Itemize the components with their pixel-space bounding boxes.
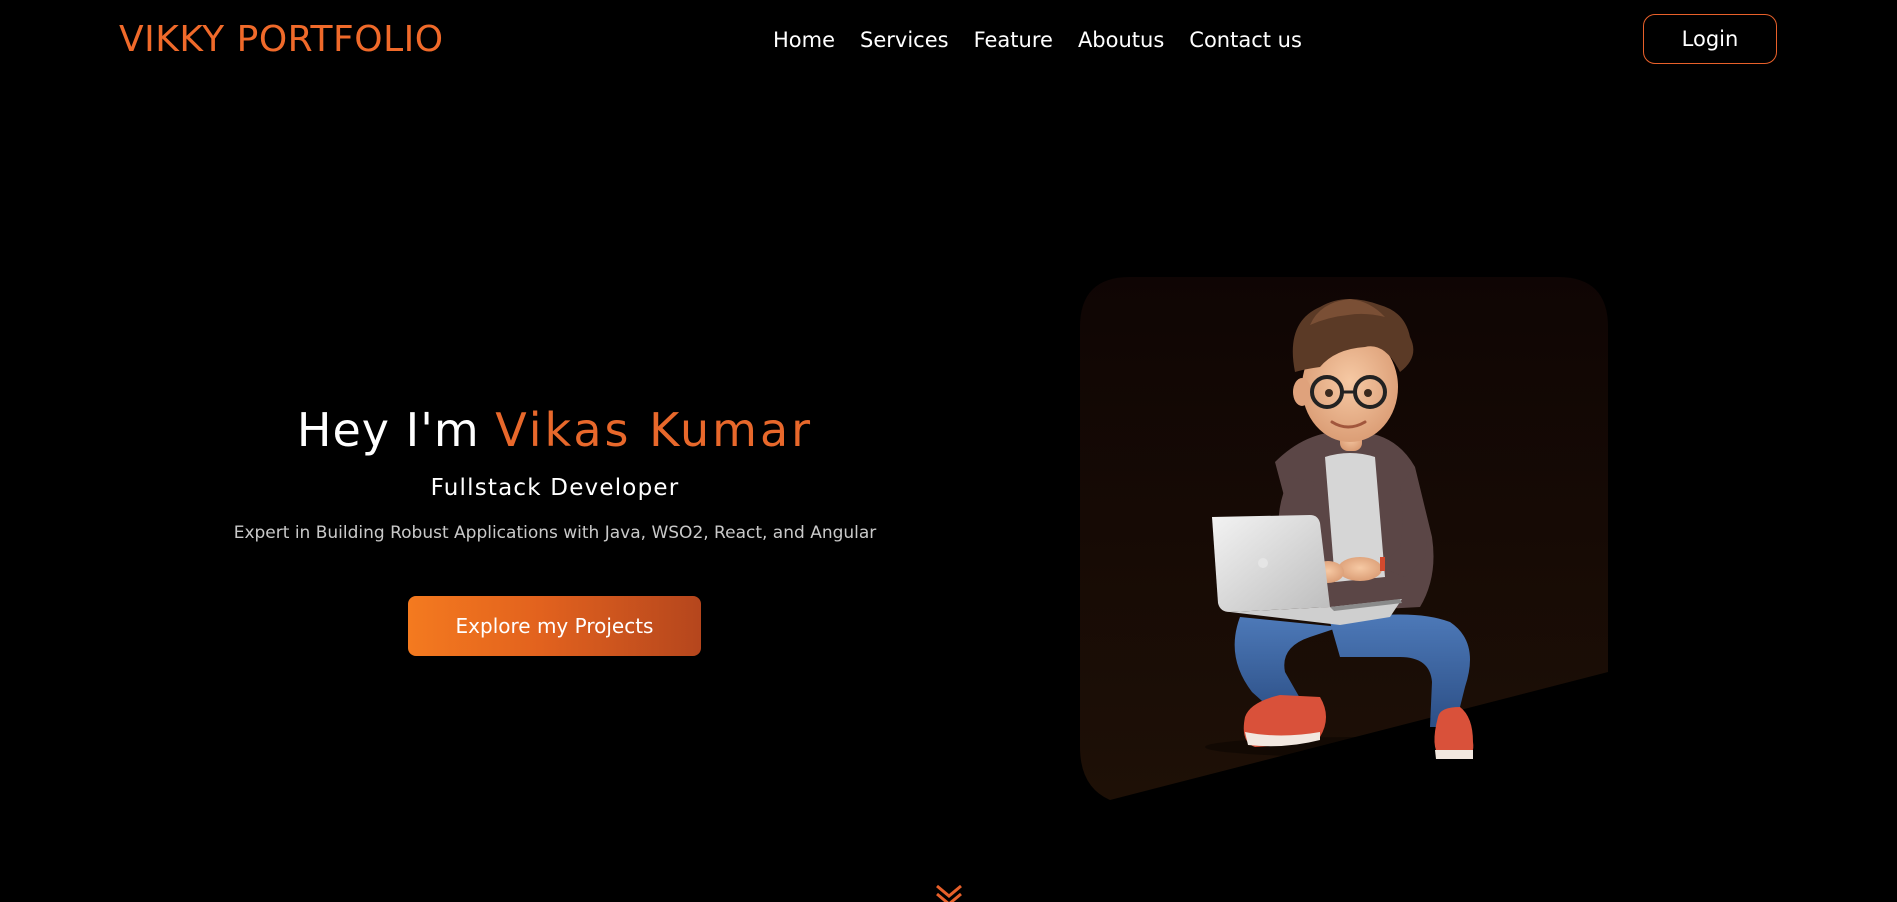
nav-aboutus[interactable]: Aboutus: [1078, 22, 1164, 58]
nav-contact-us[interactable]: Contact us: [1189, 22, 1302, 58]
main-nav: Home Services Feature Aboutus Contact us: [773, 22, 1302, 58]
hero-greeting: Hey I'm: [296, 403, 480, 457]
chevron-down-icon[interactable]: [934, 884, 964, 902]
hero-description: Expert in Building Robust Applications w…: [233, 523, 877, 543]
site-logo[interactable]: VIKKY PORTFOLIO: [119, 16, 444, 64]
hero-role: Fullstack Developer: [430, 475, 680, 501]
nav-home[interactable]: Home: [773, 22, 835, 58]
hero-illustration: [1080, 277, 1608, 800]
nav-feature[interactable]: Feature: [974, 22, 1053, 58]
explore-projects-button[interactable]: Explore my Projects: [408, 596, 701, 656]
login-button[interactable]: Login: [1643, 14, 1777, 64]
landing-page: VIKKY PORTFOLIO Home Services Feature Ab…: [0, 0, 1897, 902]
hero-heading: Hey I'm Vikas Kumar: [0, 400, 1110, 460]
hero-name: Vikas Kumar: [495, 403, 814, 457]
nav-services[interactable]: Services: [860, 22, 949, 58]
